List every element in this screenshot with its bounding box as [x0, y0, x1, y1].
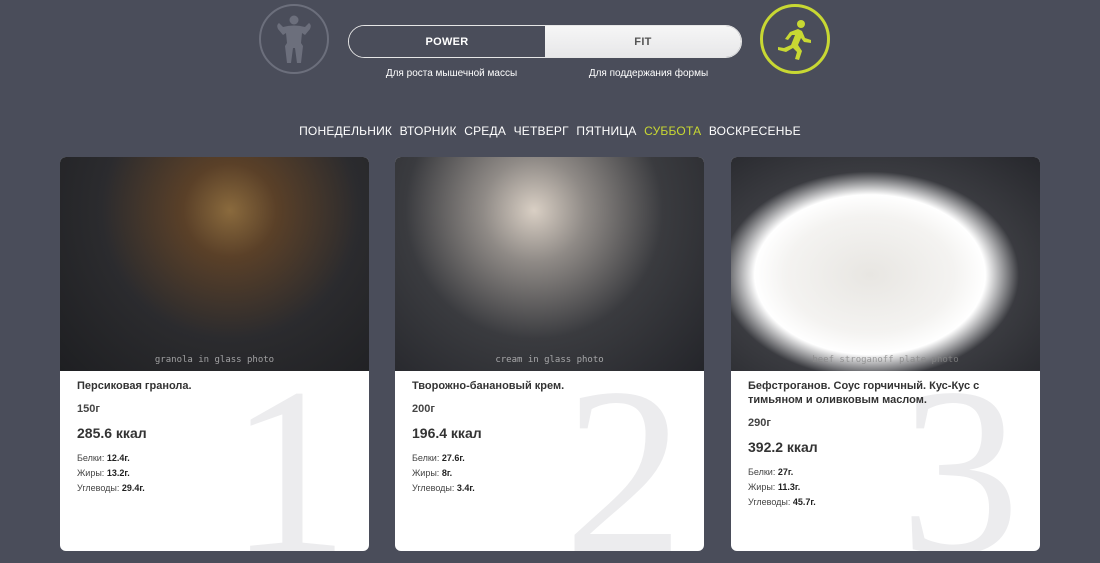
protein-value: 27г.: [777, 467, 794, 477]
meal-card-3: beef stroganoff plate photo 3 Бефстроган…: [731, 157, 1040, 551]
tab-wednesday[interactable]: СРЕДА: [464, 124, 506, 138]
meal-kcal: 392.2 ккал: [748, 439, 818, 455]
tab-thursday[interactable]: ЧЕТВЕРГ: [514, 124, 569, 138]
meal-weight: 200г: [412, 403, 435, 415]
carbs-label: Углеводы:: [412, 483, 455, 493]
day-tabs: ПОНЕДЕЛЬНИК ВТОРНИК СРЕДА ЧЕТВЕРГ ПЯТНИЦ…: [0, 124, 1100, 138]
protein-label: Белки:: [748, 467, 776, 477]
meal-weight: 290г: [748, 417, 771, 429]
protein-label: Белки:: [412, 453, 440, 463]
meal-weight: 150г: [77, 403, 100, 415]
meal-name: Бефстроганов. Соус горчичный. Кус-Кус с …: [748, 380, 980, 406]
fat-value: 11.3г.: [777, 482, 801, 492]
power-description: Для роста мышечной массы: [385, 68, 518, 79]
carbs-value: 29.4г.: [121, 483, 145, 493]
meal-macros: Белки: 27.6г. Жиры: 8г. Углеводы: 3.4г.: [412, 451, 692, 496]
meal-macros: Белки: 27г. Жиры: 11.3г. Углеводы: 45.7г…: [748, 465, 1028, 510]
tab-tuesday[interactable]: ВТОРНИК: [400, 124, 457, 138]
bodybuilder-icon: [277, 15, 311, 63]
meal-card-2: cream in glass photo 2 Творожно-банановы…: [395, 157, 704, 551]
tab-monday[interactable]: ПОНЕДЕЛЬНИК: [299, 124, 392, 138]
tab-sunday[interactable]: ВОСКРЕСЕНЬЕ: [709, 124, 801, 138]
meal-macros: Белки: 12.4г. Жиры: 13.2г. Углеводы: 29.…: [77, 451, 357, 496]
meal-name: Творожно-банановый крем.: [412, 380, 565, 392]
fit-mode-icon-button[interactable]: [760, 4, 830, 74]
meal-name: Персиковая гранола.: [77, 380, 192, 392]
meal-card-1: granola in glass photo 1 Персиковая гран…: [60, 157, 369, 551]
carbs-label: Углеводы:: [77, 483, 120, 493]
fat-value: 8г.: [441, 468, 453, 478]
mode-toggle: POWER FIT: [348, 25, 742, 58]
carbs-value: 45.7г.: [792, 497, 816, 507]
tab-saturday[interactable]: СУББОТА: [644, 124, 701, 138]
fit-description: Для поддержания формы: [588, 68, 709, 79]
carbs-label: Углеводы:: [748, 497, 791, 507]
power-mode-icon-button[interactable]: [259, 4, 329, 74]
fat-label: Жиры:: [77, 468, 105, 478]
runner-icon: [778, 20, 811, 60]
meal-kcal: 196.4 ккал: [412, 425, 482, 441]
fit-toggle-button[interactable]: FIT: [545, 26, 741, 57]
protein-value: 27.6г.: [441, 453, 465, 463]
power-toggle-button[interactable]: POWER: [349, 26, 545, 57]
meal-kcal: 285.6 ккал: [77, 425, 147, 441]
tab-friday[interactable]: ПЯТНИЦА: [576, 124, 636, 138]
fat-label: Жиры:: [748, 482, 776, 492]
protein-value: 12.4г.: [106, 453, 130, 463]
fat-value: 13.2г.: [106, 468, 130, 478]
carbs-value: 3.4г.: [456, 483, 475, 493]
fat-label: Жиры:: [412, 468, 440, 478]
protein-label: Белки:: [77, 453, 105, 463]
